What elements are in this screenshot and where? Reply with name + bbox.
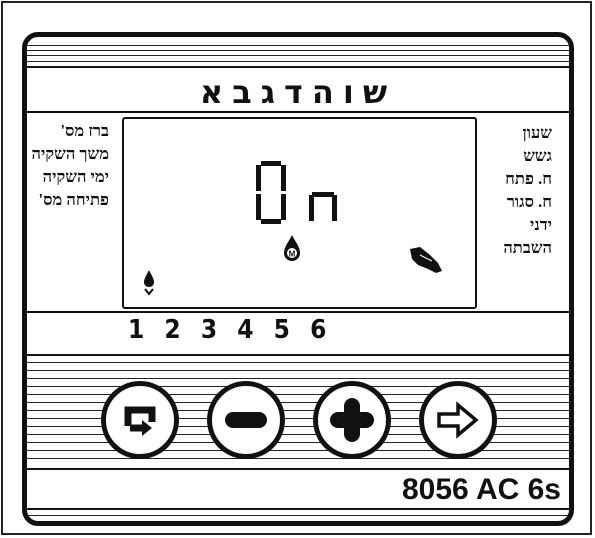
label-clock: שעון [522, 123, 552, 142]
lcd-segments: On M [144, 148, 442, 296]
label-valve-no: ברז מס' [60, 121, 109, 140]
display-text: On [284, 148, 286, 150]
drop-arrow-icon [144, 270, 154, 296]
manual-drop-icon: M [284, 235, 300, 261]
minus-button[interactable] [207, 381, 285, 459]
settings-labels-left: ברז מס' משך השקיה ימי השקיה פתיחה מס' [27, 119, 110, 211]
hand-icon [410, 247, 442, 273]
label-open-hour: ח. פתח [505, 169, 552, 188]
controller-panel: שוהדגבא ברז מס' משך השקיה ימי השקיה פתיח… [22, 32, 574, 526]
station-numbers: 1 2 3 4 5 6 [128, 315, 333, 345]
label-sensor: גשש [523, 146, 552, 165]
cycle-arrow-icon [124, 406, 156, 436]
label-watering-duration: משך השקיה [31, 144, 109, 163]
minus-icon [225, 412, 267, 428]
lcd-display: On M [122, 117, 477, 309]
settings-labels-right: שעון גשש ח. פתח ח. סגור ידני השבתה [482, 121, 552, 259]
label-opening-no: פתיחה מס' [38, 190, 110, 209]
cycle-button[interactable] [101, 381, 179, 459]
segment-digit-O [256, 161, 286, 224]
svg-text:M: M [289, 250, 296, 259]
next-button[interactable] [419, 381, 497, 459]
plus-button[interactable] [313, 381, 391, 459]
plus-icon [330, 398, 374, 442]
label-disable: השבתה [503, 238, 552, 257]
label-watering-days: ימי השקיה [42, 167, 109, 186]
arrow-right-icon [437, 401, 479, 439]
label-close-hour: ח. סגור [506, 192, 552, 211]
weekday-letters: שוהדגבא [199, 73, 397, 111]
model-label: 8056 AC 6s [402, 473, 561, 506]
segment-digit-n [309, 192, 337, 221]
label-manual: ידני [530, 215, 552, 234]
